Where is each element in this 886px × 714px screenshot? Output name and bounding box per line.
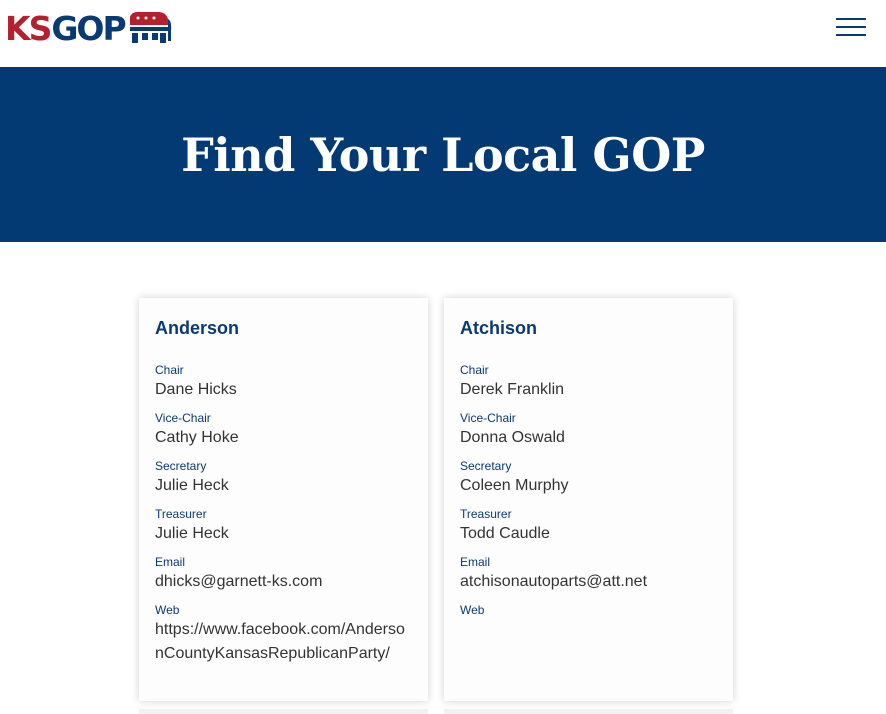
email-field: Email dhicks@garnett-ks.com (155, 554, 412, 594)
elephant-icon (129, 11, 171, 43)
email-link[interactable]: atchisonautoparts@att.net (460, 570, 717, 594)
field-value: Coleen Murphy (460, 477, 569, 494)
ksgop-logo[interactable]: KS GOP (5, 10, 183, 46)
logo-ks-text: KS (5, 8, 52, 48)
web-link[interactable] (460, 618, 717, 642)
hamburger-menu-icon[interactable] (836, 18, 866, 38)
secretary-field: Secretary Julie Heck (155, 458, 412, 498)
county-card: Atchison Chair Derek Franklin Vice-Chair… (444, 298, 733, 701)
field-label: Treasurer (155, 507, 207, 521)
logo-gop-text: GOP (51, 8, 126, 48)
hero-banner: Find Your Local GOP (0, 67, 886, 242)
field-value: Cathy Hoke (155, 429, 239, 446)
menu-bar (836, 18, 866, 20)
email-field: Email atchisonautoparts@att.net (460, 554, 717, 594)
vice-chair-field: Vice-Chair Donna Oswald (460, 410, 717, 450)
field-label: Vice-Chair (460, 411, 516, 425)
chair-field: Chair Derek Franklin (460, 362, 717, 402)
menu-bar (836, 34, 866, 36)
web-field: Web (460, 602, 717, 642)
field-label: Web (155, 603, 180, 617)
email-link[interactable]: dhicks@garnett-ks.com (155, 570, 412, 594)
field-label: Secretary (155, 459, 207, 473)
menu-bar (836, 26, 866, 28)
county-card: Anderson Chair Dane Hicks Vice-Chair Cat… (139, 298, 428, 701)
field-label: Treasurer (460, 507, 512, 521)
field-label: Chair (155, 363, 184, 377)
field-label: Email (155, 555, 186, 569)
site-header: KS GOP (0, 0, 886, 67)
field-value: Todd Caudle (460, 525, 550, 542)
field-value: Julie Heck (155, 525, 229, 542)
county-name: Atchison (460, 318, 538, 338)
field-value: Dane Hicks (155, 381, 237, 398)
field-label: Web (460, 603, 485, 617)
next-card-edge (139, 709, 428, 714)
web-link[interactable]: https://www.facebook.com/AndersonCountyK… (155, 618, 412, 666)
field-label: Secretary (460, 459, 512, 473)
secretary-field: Secretary Coleen Murphy (460, 458, 717, 498)
field-value: Derek Franklin (460, 381, 565, 398)
field-value: Donna Oswald (460, 429, 565, 446)
field-label: Vice-Chair (155, 411, 211, 425)
next-card-edge (444, 709, 733, 714)
vice-chair-field: Vice-Chair Cathy Hoke (155, 410, 412, 450)
page-title: Find Your Local GOP (181, 127, 705, 182)
treasurer-field: Treasurer Todd Caudle (460, 506, 717, 546)
county-name: Anderson (155, 318, 240, 338)
web-field: Web https://www.facebook.com/AndersonCou… (155, 602, 412, 666)
chair-field: Chair Dane Hicks (155, 362, 412, 402)
field-label: Chair (460, 363, 489, 377)
county-list: Anderson Chair Dane Hicks Vice-Chair Cat… (0, 242, 886, 714)
field-label: Email (460, 555, 491, 569)
field-value: Julie Heck (155, 477, 229, 494)
treasurer-field: Treasurer Julie Heck (155, 506, 412, 546)
